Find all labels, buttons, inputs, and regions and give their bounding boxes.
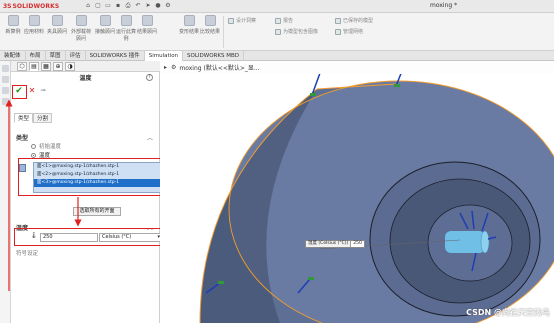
ribbon-label: 变形结果 [179, 29, 200, 35]
annotation-arrows [5, 99, 82, 291]
ribbon-label: 外部载荷顾问 [70, 29, 91, 42]
new-icon[interactable]: ▢ [94, 2, 102, 10]
ribbon-label: 结果顾问 [137, 29, 158, 35]
tab-simulation[interactable]: Simulation [144, 51, 184, 61]
load-icon [75, 15, 87, 26]
model-view[interactable] [160, 61, 554, 323]
tab-evaluate[interactable]: 评估 [66, 51, 86, 61]
viewport-tree-bar: ▸ ⚙ moxing (默认<<默认>_显... [160, 61, 554, 74]
ribbon-external-loads[interactable]: 外部载荷顾问 [69, 15, 93, 42]
brand-prefix: 3S [3, 3, 12, 10]
material-icon [28, 15, 40, 26]
load-anchor [218, 281, 224, 284]
ribbon-run-study[interactable]: 运行此算例 [116, 15, 136, 42]
tab-assembly[interactable]: 装配体 [0, 51, 26, 61]
chevron-right-icon[interactable]: ▸ [164, 64, 167, 71]
tab-layout[interactable]: 布局 [26, 51, 46, 61]
ribbon-label: 报告 [283, 18, 294, 24]
tab-mbd[interactable]: SOLIDWORKS MBD [183, 51, 244, 61]
design-insight-icon [228, 17, 234, 24]
open-icon[interactable]: ▭ [104, 2, 112, 10]
ribbon-apply-material[interactable]: 应用材料 [24, 15, 44, 35]
load-anchor [394, 84, 400, 87]
command-ribbon: 新算例 应用材料 夹具顾问 外部载荷顾问 接触顾问 运行此算例 结果顾问 变形结… [0, 13, 554, 51]
report-icon [275, 17, 281, 24]
image-icon [275, 28, 281, 35]
tab-sketch[interactable]: 草图 [46, 51, 66, 61]
command-manager-tabs: 装配体 布局 草图 评估 SOLIDWORKS 插件 Simulation SO… [0, 51, 554, 61]
ribbon-fixtures[interactable]: 夹具顾问 [47, 15, 67, 35]
load-anchor [308, 277, 314, 280]
ribbon-deformed-result[interactable]: 变形结果 [179, 15, 199, 35]
save-icon[interactable]: ▪ [114, 2, 122, 10]
tree-root-label[interactable]: moxing (默认<<默认>_显... [179, 63, 259, 72]
print-icon[interactable]: ⎙ [124, 2, 132, 10]
new-study-icon [7, 15, 19, 26]
ribbon-contacts[interactable]: 接触顾问 [95, 15, 115, 35]
select-icon[interactable]: ➤ [144, 2, 152, 10]
quick-access-toolbar: ⌂ ▢ ▭ ▪ ⎙ ↶ ➤ ● ⚙ [84, 2, 172, 11]
ribbon-include-image[interactable]: 为模型包含图像 [275, 28, 318, 35]
compare-icon [204, 15, 216, 26]
options-icon[interactable]: ⚙ [164, 2, 172, 10]
ribbon-compare-results[interactable]: 比较结果 [200, 15, 220, 35]
ribbon-label: 比较结果 [200, 29, 221, 35]
graphics-viewport[interactable]: ▸ ⚙ moxing (默认<<默认>_显... 温度 (Celsius (°C… [160, 61, 554, 323]
dimension-callout[interactable]: 温度 (Celsius (°C)) 250 [305, 240, 365, 248]
bore-end [480, 230, 490, 254]
saved-models-icon [335, 17, 341, 24]
bore-shaft[interactable] [445, 231, 485, 253]
undo-icon[interactable]: ↶ [134, 2, 142, 10]
ribbon-label: 为模型包含图像 [283, 29, 319, 35]
ribbon-label: 新算例 [5, 29, 21, 35]
fixture-icon [51, 15, 63, 26]
run-icon [120, 15, 132, 26]
title-bar: 3S SOLIDWORKS ⌂ ▢ ▭ ▪ ⎙ ↶ ➤ ● ⚙ moxing * [0, 0, 554, 13]
ribbon-saved-models[interactable]: 已保存的模型 [335, 17, 373, 24]
ribbon-label: 夹具顾问 [47, 29, 68, 35]
ribbon-separator [223, 16, 224, 48]
ribbon-label: 设计洞察 [236, 18, 257, 24]
dimension-label: 温度 (Celsius (°C)) [306, 241, 352, 247]
assembly-icon: ⚙ [171, 64, 177, 71]
ribbon-design-insight[interactable]: 设计洞察 [228, 17, 256, 24]
ribbon-manage-network[interactable]: 管理网络 [335, 28, 363, 35]
load-anchor [310, 93, 316, 96]
contact-icon [99, 15, 111, 26]
solidworks-logo[interactable]: 3S SOLIDWORKS [3, 2, 59, 11]
home-icon[interactable]: ⌂ [84, 2, 92, 10]
brand-name: SOLIDWORKS [12, 3, 60, 10]
dimension-value[interactable]: 250 [351, 241, 364, 247]
deformed-icon [183, 15, 195, 26]
ribbon-label: 接触顾问 [95, 29, 116, 35]
ribbon-new-study[interactable]: 新算例 [3, 15, 23, 35]
ribbon-label: 应用材料 [24, 29, 45, 35]
ribbon-label: 已保存的模型 [343, 18, 374, 24]
ribbon-label: 管理网络 [343, 29, 364, 35]
network-icon [335, 28, 341, 35]
ribbon-results-advisor[interactable]: 结果顾问 [137, 15, 157, 35]
ribbon-report[interactable]: 报告 [275, 17, 293, 24]
rebuild-icon[interactable]: ● [154, 2, 162, 10]
watermark: CSDN @向往天空的鸟 [466, 308, 550, 317]
tab-addins[interactable]: SOLIDWORKS 插件 [86, 51, 145, 61]
ribbon-label: 运行此算例 [116, 29, 137, 42]
document-title: moxing * [430, 2, 458, 9]
results-icon [141, 15, 153, 26]
